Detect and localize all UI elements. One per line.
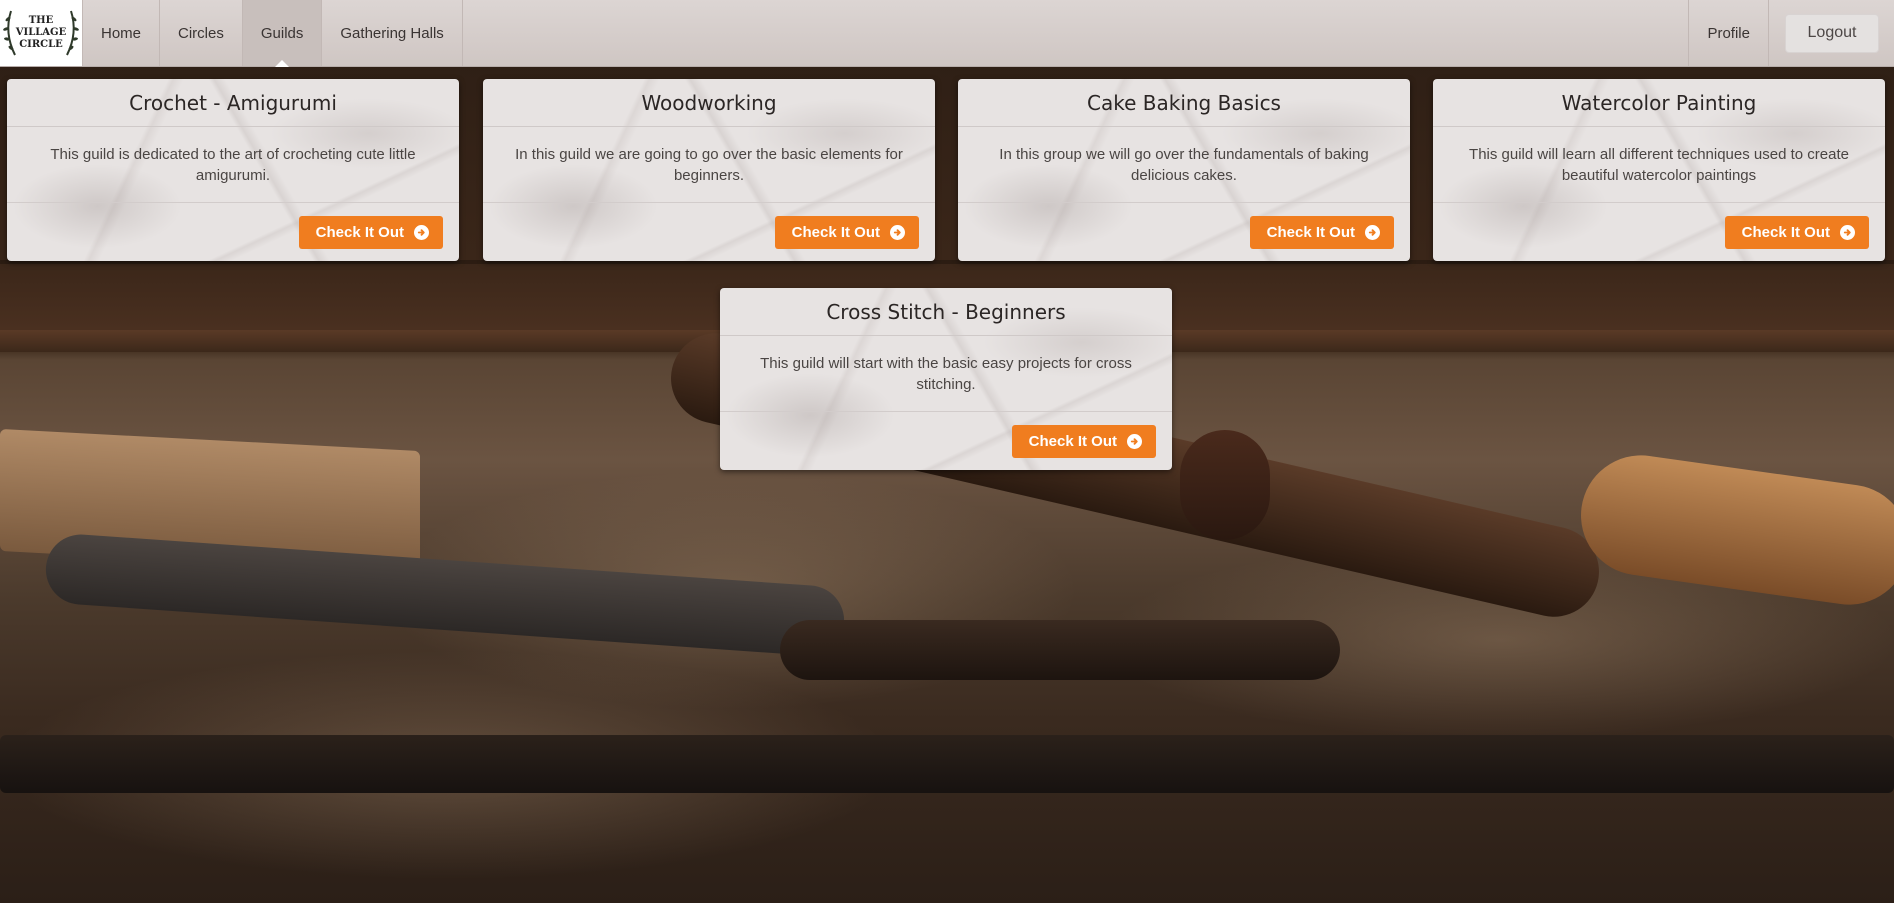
guild-card-footer: Check It Out	[7, 203, 459, 261]
check-it-out-button[interactable]: Check It Out	[774, 215, 919, 249]
guild-card: Crochet - Amigurumi This guild is dedica…	[7, 79, 459, 261]
nav-profile[interactable]: Profile	[1688, 0, 1768, 66]
arrow-circle-right-icon	[890, 224, 905, 240]
guild-title: Watercolor Painting	[1433, 79, 1885, 127]
nav-home-label: Home	[101, 24, 142, 42]
village-circle-logo[interactable]: THE VILLAGE CIRCLE	[0, 0, 83, 66]
svg-text:CIRCLE: CIRCLE	[19, 39, 63, 50]
top-navbar: THE VILLAGE CIRCLE Home Circles Guilds G…	[0, 0, 1894, 67]
laurel-logo-icon: THE VILLAGE CIRCLE	[3, 10, 79, 56]
guild-card: Cross Stitch - Beginners This guild will…	[720, 288, 1172, 470]
guild-card-footer: Check It Out	[958, 203, 1410, 261]
check-it-out-label: Check It Out	[791, 223, 880, 241]
nav-guilds-label: Guilds	[260, 24, 304, 42]
guild-description: This guild will learn all different tech…	[1433, 127, 1885, 203]
nav-circles-label: Circles	[178, 24, 224, 42]
guild-description: In this guild we are going to go over th…	[483, 127, 935, 203]
guild-card: Cake Baking Basics In this group we will…	[958, 79, 1410, 261]
arrow-circle-right-icon	[1365, 224, 1380, 240]
guild-title: Woodworking	[483, 79, 935, 127]
check-it-out-label: Check It Out	[1266, 223, 1355, 241]
nav-gathering-halls[interactable]: Gathering Halls	[322, 0, 463, 66]
nav-home[interactable]: Home	[83, 0, 161, 66]
guild-title: Crochet - Amigurumi	[7, 79, 459, 127]
svg-text:THE: THE	[29, 15, 54, 26]
arrow-circle-right-icon	[1127, 433, 1142, 449]
nav-circles[interactable]: Circles	[160, 0, 243, 66]
check-it-out-label: Check It Out	[1741, 223, 1830, 241]
guild-description: This guild is dedicated to the art of cr…	[7, 127, 459, 203]
guild-card: Watercolor Painting This guild will lear…	[1433, 79, 1885, 261]
logout-button[interactable]: Logout	[1785, 13, 1879, 53]
guild-description: This guild will start with the basic eas…	[720, 336, 1172, 412]
svg-text:VILLAGE: VILLAGE	[15, 27, 67, 38]
nav-profile-label: Profile	[1707, 24, 1750, 42]
check-it-out-button[interactable]: Check It Out	[1724, 215, 1869, 249]
guild-card-footer: Check It Out	[720, 412, 1172, 470]
guild-title: Cake Baking Basics	[958, 79, 1410, 127]
check-it-out-button[interactable]: Check It Out	[1011, 424, 1156, 458]
check-it-out-button[interactable]: Check It Out	[298, 215, 443, 249]
guild-card-footer: Check It Out	[1433, 203, 1885, 261]
guild-card: Woodworking In this guild we are going t…	[483, 79, 935, 261]
arrow-circle-right-icon	[414, 224, 429, 240]
arrow-circle-right-icon	[1840, 224, 1855, 240]
nav-guilds[interactable]: Guilds	[242, 0, 323, 66]
check-it-out-label: Check It Out	[1028, 432, 1117, 450]
check-it-out-button[interactable]: Check It Out	[1249, 215, 1394, 249]
nav-gathering-halls-label: Gathering Halls	[340, 24, 444, 42]
guild-title: Cross Stitch - Beginners	[720, 288, 1172, 336]
check-it-out-label: Check It Out	[315, 223, 404, 241]
logout-container: Logout	[1768, 0, 1894, 66]
guild-card-footer: Check It Out	[483, 203, 935, 261]
guild-description: In this group we will go over the fundam…	[958, 127, 1410, 203]
